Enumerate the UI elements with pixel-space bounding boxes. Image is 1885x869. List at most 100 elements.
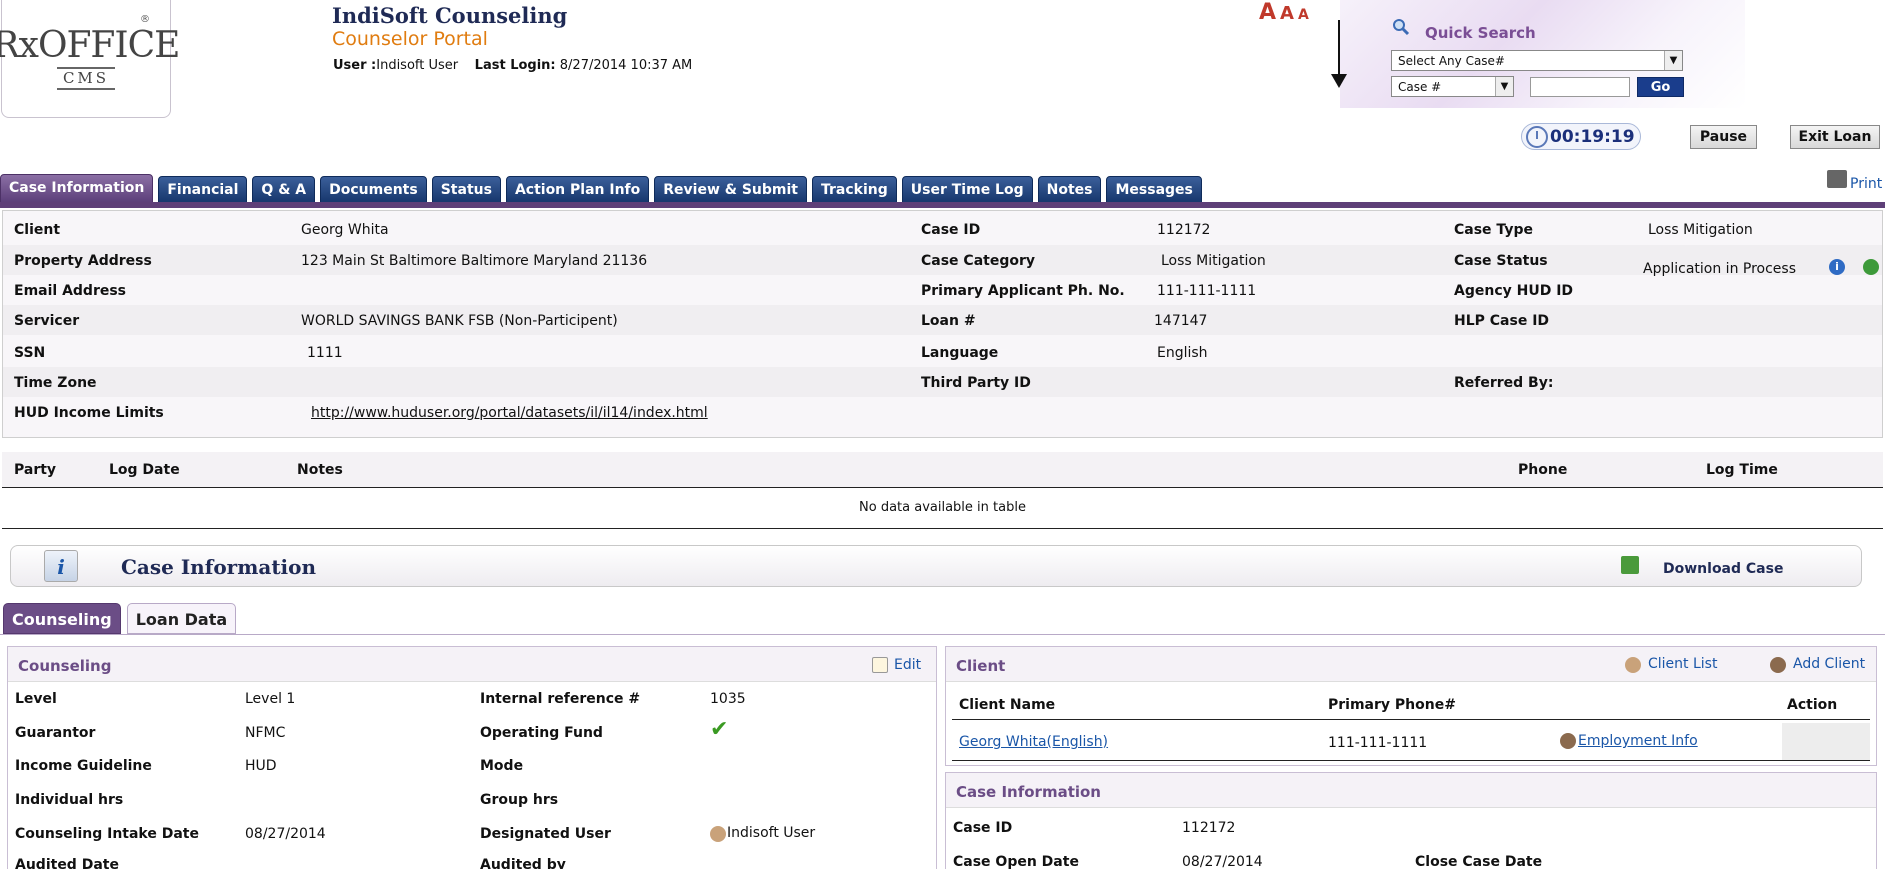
tab-notes[interactable]: Notes xyxy=(1037,176,1102,203)
user-label: User : xyxy=(333,58,377,73)
tab-review-submit[interactable]: Review & Submit xyxy=(654,176,808,203)
chevron-down-icon: ▼ xyxy=(1664,51,1682,70)
counseling-panel: Counseling Edit Level Level 1 Internal r… xyxy=(7,646,937,869)
download-icon[interactable] xyxy=(1621,556,1639,574)
client-label: Client xyxy=(14,222,61,238)
tab-loan-data[interactable]: Loan Data xyxy=(126,603,237,634)
tab-documents[interactable]: Documents xyxy=(320,176,427,203)
search-field-value: Case # xyxy=(1398,79,1442,94)
case-info-header: Case Information xyxy=(946,773,1876,808)
guarantor-value: NFMC xyxy=(245,725,286,741)
last-login-value: 8/27/2014 10:37 AM xyxy=(559,58,693,73)
case-type-label: Case Type xyxy=(1454,222,1533,238)
print-link[interactable]: Print xyxy=(1850,176,1882,192)
client-name-link[interactable]: Georg Whita(English) xyxy=(959,734,1108,750)
col-primary-phone: Primary Phone# xyxy=(1328,697,1456,713)
add-client-link[interactable]: Add Client xyxy=(1793,656,1865,672)
client-value: Georg Whita xyxy=(301,222,389,238)
client-panel: Client Client List Add Client Client Nam… xyxy=(945,646,1877,766)
client-phone: 111-111-1111 xyxy=(1328,735,1428,751)
action-cell xyxy=(1782,723,1870,760)
clock-icon xyxy=(1526,125,1548,148)
client-table-header: Client Name Primary Phone# Action xyxy=(952,690,1870,720)
case-select[interactable]: Select Any Case# ▼ xyxy=(1391,50,1683,71)
hud-income-link[interactable]: http://www.huduser.org/portal/datasets/i… xyxy=(311,405,708,421)
add-user-icon[interactable] xyxy=(1770,657,1786,673)
internal-ref-label: Internal reference # xyxy=(480,691,641,707)
col-log-date[interactable]: Log Date xyxy=(109,462,180,478)
refresh-icon[interactable] xyxy=(1863,259,1879,275)
col-phone[interactable]: Phone xyxy=(1518,462,1567,478)
case-summary: Client Georg Whita Case ID 112172 Case T… xyxy=(2,210,1883,438)
go-button[interactable]: Go xyxy=(1637,77,1684,97)
user-value: Indisoft User xyxy=(376,58,459,73)
client-header: Client Client List Add Client xyxy=(946,647,1876,682)
search-field-select[interactable]: Case # ▼ xyxy=(1391,76,1514,97)
info-icon[interactable]: i xyxy=(1829,259,1845,275)
search-input[interactable] xyxy=(1530,77,1630,97)
edit-icon[interactable] xyxy=(872,657,888,673)
employment-info-link[interactable]: Employment Info xyxy=(1578,733,1698,749)
email-label: Email Address xyxy=(14,283,127,299)
designated-user-link[interactable]: Indisoft User xyxy=(727,825,815,841)
table-divider xyxy=(2,528,1883,529)
tab-messages[interactable]: Messages xyxy=(1106,176,1202,203)
subtab-underline xyxy=(0,634,1885,635)
intake-date-value: 08/27/2014 xyxy=(245,826,326,842)
tab-tracking[interactable]: Tracking xyxy=(812,176,897,203)
tab-counseling[interactable]: Counseling xyxy=(3,603,121,634)
timer-value: 00:19:19 xyxy=(1550,126,1635,147)
pause-button[interactable]: Pause xyxy=(1690,125,1757,149)
font-medium-button[interactable]: A xyxy=(1280,3,1294,24)
tab-underline xyxy=(0,202,1885,208)
col-party[interactable]: Party xyxy=(14,462,56,478)
exit-loan-button[interactable]: Exit Loan xyxy=(1790,125,1880,149)
printer-icon[interactable] xyxy=(1827,170,1847,188)
col-client-name: Client Name xyxy=(959,697,1056,713)
logo-main-text: RxOFFICE xyxy=(0,24,180,66)
group-hrs-label: Group hrs xyxy=(480,792,559,808)
loan-label: Loan # xyxy=(921,313,976,329)
tab-status[interactable]: Status xyxy=(431,176,501,203)
ssn-value: 1111 xyxy=(307,345,343,361)
language-label: Language xyxy=(921,345,999,361)
summary-row: Time Zone Third Party ID Referred By: xyxy=(3,367,1882,397)
employee-icon xyxy=(1560,733,1576,749)
last-login-label: Last Login: xyxy=(474,58,556,73)
tab-qa[interactable]: Q & A xyxy=(252,176,316,203)
third-party-label: Third Party ID xyxy=(921,375,1031,391)
main-tabs: Case Information Financial Q & A Documen… xyxy=(0,174,1207,203)
tab-financial[interactable]: Financial xyxy=(158,176,248,203)
ssn-label: SSN xyxy=(14,345,46,361)
font-small-button[interactable]: A xyxy=(1298,7,1309,23)
agency-hud-label: Agency HUD ID xyxy=(1454,283,1574,299)
client-title: Client xyxy=(956,657,1006,675)
case-select-value: Select Any Case# xyxy=(1398,53,1505,68)
users-icon[interactable] xyxy=(1625,657,1641,673)
internal-ref-value: 1035 xyxy=(710,691,746,707)
section-title: Case Information xyxy=(121,555,317,579)
client-list-link[interactable]: Client List xyxy=(1648,656,1717,672)
tab-user-time-log[interactable]: User Time Log xyxy=(901,176,1033,203)
download-case-button[interactable]: Download Case xyxy=(1663,561,1783,577)
intake-date-label: Counseling Intake Date xyxy=(15,826,199,842)
edit-link[interactable]: Edit xyxy=(894,657,921,673)
down-arrow-head xyxy=(1331,74,1347,88)
tab-case-information[interactable]: Case Information xyxy=(0,174,154,203)
chevron-down-icon: ▼ xyxy=(1495,77,1513,96)
tab-action-plan-info[interactable]: Action Plan Info xyxy=(505,176,650,203)
phone-value: 111-111-1111 xyxy=(1157,283,1257,299)
level-value: Level 1 xyxy=(245,691,296,707)
summary-row: Client Georg Whita Case ID 112172 Case T… xyxy=(3,215,1882,245)
servicer-label: Servicer xyxy=(14,313,80,329)
servicer-value: WORLD SAVINGS BANK FSB (Non-Participent) xyxy=(301,313,618,329)
col-notes[interactable]: Notes xyxy=(297,462,343,478)
designated-user-label: Designated User xyxy=(480,826,611,842)
summary-row: HUD Income Limits http://www.huduser.org… xyxy=(3,397,1882,427)
font-large-button[interactable]: A xyxy=(1259,0,1276,25)
phone-label: Primary Applicant Ph. No. xyxy=(921,283,1125,299)
col-log-time[interactable]: Log Time xyxy=(1706,462,1778,478)
level-label: Level xyxy=(15,691,57,707)
table-row: Georg Whita(English) 111-111-1111 Employ… xyxy=(952,723,1870,761)
case-id-label: Case ID xyxy=(921,222,981,238)
